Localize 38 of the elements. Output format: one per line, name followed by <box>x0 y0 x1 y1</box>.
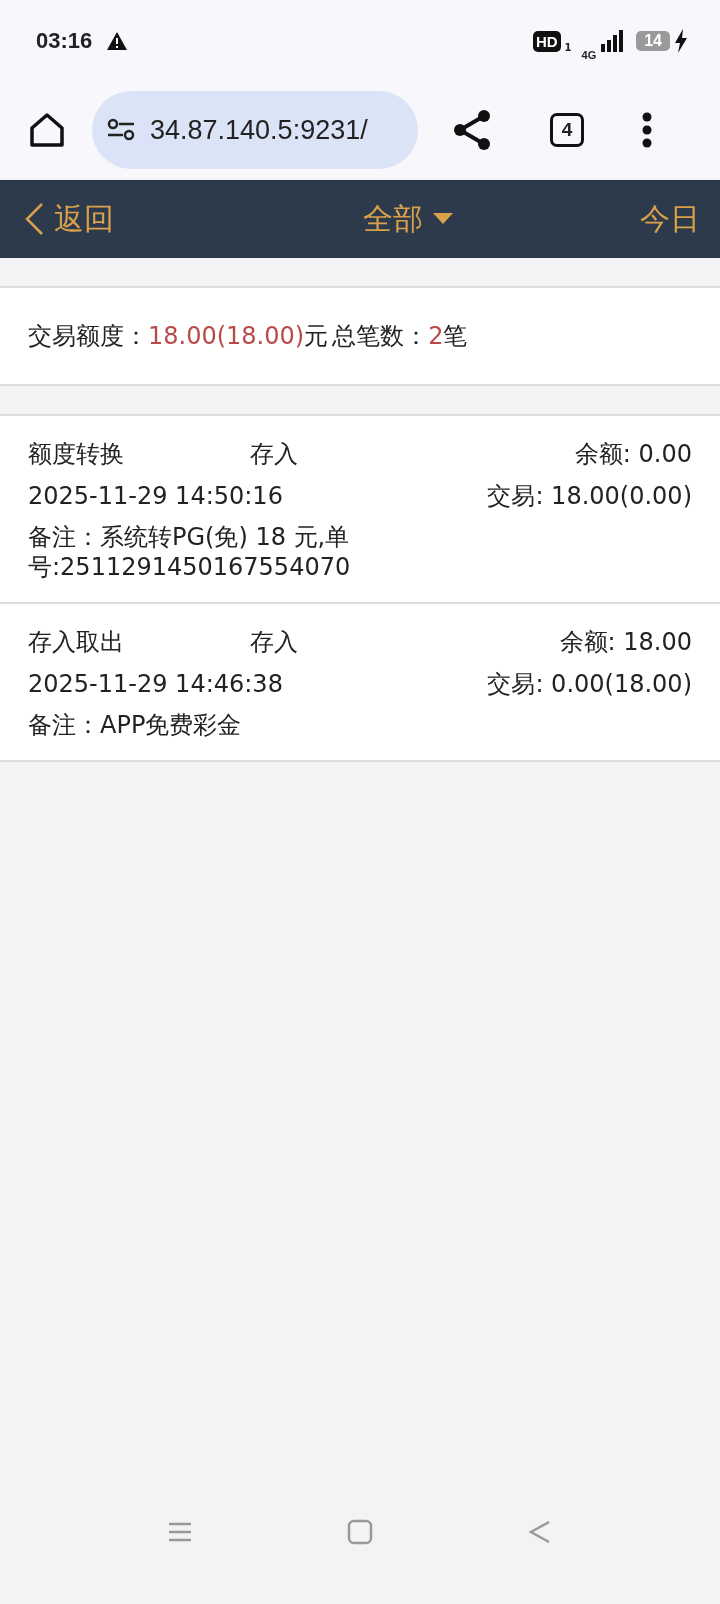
back-link[interactable]: 返回 <box>54 198 114 240</box>
record-note: 备注：系统转PG(免) 18 元,单号:2511291450167554070 <box>28 522 352 582</box>
more-options-icon[interactable] <box>642 112 652 148</box>
caret-down-icon[interactable] <box>433 213 453 225</box>
site-settings-icon[interactable] <box>106 118 136 142</box>
clock-time: 03:16 <box>36 28 93 54</box>
record-direction: 存入 <box>250 439 298 470</box>
record-note: 备注：APP免费彩金 <box>28 710 243 740</box>
amount-value: 18.00(18.00) <box>148 322 305 350</box>
record-type: 存入取出 <box>28 627 125 658</box>
count-value: 2 <box>428 322 444 350</box>
warning-icon <box>106 31 129 51</box>
record-type: 额度转换 <box>28 439 125 470</box>
record-amount: 交易: 0.00(18.00) <box>487 669 692 700</box>
amount-label: 交易额度： <box>28 321 148 352</box>
count-label: 总笔数： <box>332 321 429 352</box>
chevron-left-icon[interactable] <box>24 202 44 236</box>
count-unit: 笔 <box>443 321 468 352</box>
record-balance: 余额: 18.00 <box>559 627 692 658</box>
sim-number: 1 <box>564 42 572 53</box>
network-type: 4G <box>581 49 597 61</box>
record-amount: 交易: 18.00(0.00) <box>487 481 692 512</box>
tab-count-button[interactable]: 4 <box>550 113 584 147</box>
record-datetime: 2025-11-29 14:46:38 <box>28 670 283 698</box>
battery-level: 14 <box>636 31 670 51</box>
record-datetime: 2025-11-29 14:50:16 <box>28 482 283 510</box>
menu-icon[interactable] <box>167 1520 193 1544</box>
url-text: 34.87.140.5:9231/ <box>150 114 368 146</box>
filter-dropdown[interactable]: 全部 <box>363 198 423 240</box>
home-icon[interactable] <box>28 112 66 148</box>
record-balance: 余额: 0.00 <box>574 439 692 470</box>
signal-icon <box>600 30 625 52</box>
share-icon[interactable] <box>452 109 492 151</box>
hd-badge: HD <box>532 30 561 52</box>
record-direction: 存入 <box>250 627 298 658</box>
today-link[interactable]: 今日 <box>640 198 700 240</box>
address-bar[interactable]: 34.87.140.5:9231/ <box>92 91 418 169</box>
currency-unit: 元 <box>304 321 329 352</box>
